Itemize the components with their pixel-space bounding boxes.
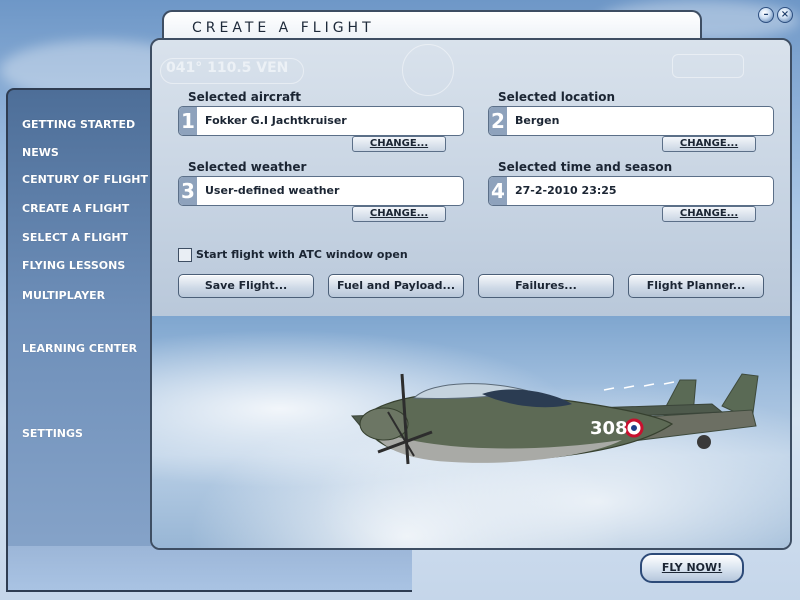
aircraft-field[interactable]: 1 Fokker G.I Jachtkruiser <box>178 106 464 136</box>
weather-field[interactable]: 3 User-defined weather <box>178 176 464 206</box>
aircraft-label: Selected aircraft <box>188 90 302 104</box>
atc-checkbox-label: Start flight with ATC window open <box>196 248 408 261</box>
nav-item-create-a-flight[interactable]: CREATE A FLIGHT <box>22 202 129 215</box>
time-value: 27-2-2010 23:25 <box>515 184 617 197</box>
minimize-icon[interactable]: – <box>758 7 774 23</box>
location-value: Bergen <box>515 114 560 127</box>
change-weather-button[interactable]: CHANGE... <box>352 206 446 222</box>
step-number-3: 3 <box>179 177 197 205</box>
nav-item-getting-started[interactable]: GETTING STARTED <box>22 118 135 131</box>
atc-checkbox[interactable] <box>178 248 192 262</box>
nav-item-century-of-flight[interactable]: CENTURY OF FLIGHT <box>22 173 148 186</box>
location-label: Selected location <box>498 90 615 104</box>
save-flight-button[interactable]: Save Flight... <box>178 274 314 298</box>
bg-decor-frame <box>672 54 744 78</box>
main-panel: 041° 110.5 VEN Selected aircraft 1 Fokke… <box>150 38 792 550</box>
time-label: Selected time and season <box>498 160 673 174</box>
fuel-payload-button[interactable]: Fuel and Payload... <box>328 274 464 298</box>
step-number-4: 4 <box>489 177 507 205</box>
nav-panel: GETTING STARTED NEWS CENTURY OF FLIGHT C… <box>6 88 154 592</box>
failures-button[interactable]: Failures... <box>478 274 614 298</box>
nav-item-multiplayer[interactable]: MULTIPLAYER <box>22 289 105 302</box>
location-field[interactable]: 2 Bergen <box>488 106 774 136</box>
aircraft-illustration <box>350 373 759 465</box>
time-field[interactable]: 4 27-2-2010 23:25 <box>488 176 774 206</box>
close-icon[interactable]: × <box>777 7 793 23</box>
change-aircraft-button[interactable]: CHANGE... <box>352 136 446 152</box>
nav-item-learning-center[interactable]: LEARNING CENTER <box>22 342 137 355</box>
nav-bottom-strip <box>6 546 412 592</box>
bg-decor-heading: 041° 110.5 VEN <box>166 60 289 76</box>
bg-decor-frame <box>402 44 454 96</box>
fly-now-button[interactable]: FLY NOW! <box>640 553 744 583</box>
nav-item-flying-lessons[interactable]: FLYING LESSONS <box>22 259 125 272</box>
step-number-1: 1 <box>179 107 197 135</box>
nav-item-settings[interactable]: SETTINGS <box>22 427 83 440</box>
change-time-button[interactable]: CHANGE... <box>662 206 756 222</box>
change-location-button[interactable]: CHANGE... <box>662 136 756 152</box>
step-number-2: 2 <box>489 107 507 135</box>
aircraft-preview-image: 308 <box>152 316 790 548</box>
page-title: CREATE A FLIGHT <box>192 20 375 36</box>
nav-item-news[interactable]: NEWS <box>22 146 59 159</box>
aircraft-value: Fokker G.I Jachtkruiser <box>205 114 347 127</box>
tail-code: 308 <box>590 418 628 439</box>
weather-value: User-defined weather <box>205 184 340 197</box>
nav-item-select-a-flight[interactable]: SELECT A FLIGHT <box>22 231 128 244</box>
settings-area: 041° 110.5 VEN Selected aircraft 1 Fokke… <box>152 40 790 316</box>
flight-planner-button[interactable]: Flight Planner... <box>628 274 764 298</box>
weather-label: Selected weather <box>188 160 307 174</box>
